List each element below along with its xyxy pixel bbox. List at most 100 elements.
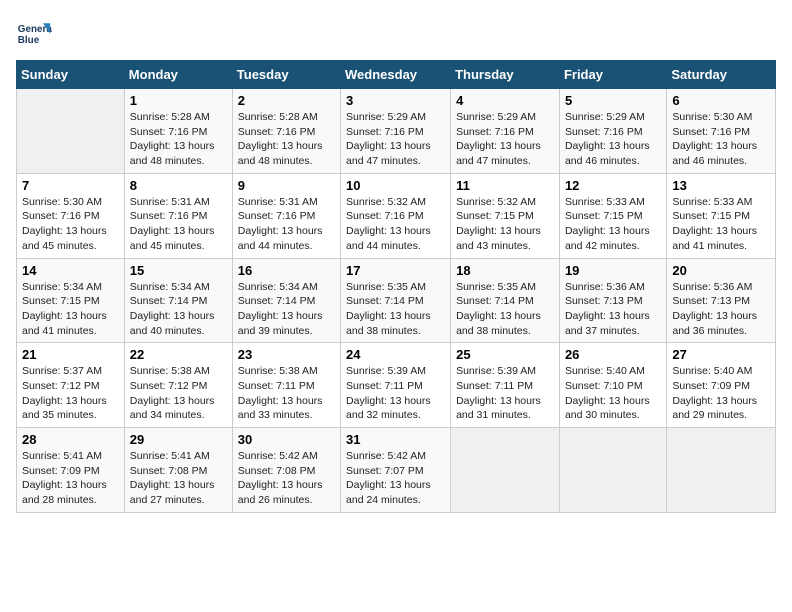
calendar-day-cell: 5Sunrise: 5:29 AM Sunset: 7:16 PM Daylig… [559,89,666,174]
day-info: Sunrise: 5:31 AM Sunset: 7:16 PM Dayligh… [130,195,227,254]
day-info: Sunrise: 5:34 AM Sunset: 7:14 PM Dayligh… [130,280,227,339]
day-info: Sunrise: 5:29 AM Sunset: 7:16 PM Dayligh… [456,110,554,169]
calendar-day-cell: 31Sunrise: 5:42 AM Sunset: 7:07 PM Dayli… [341,428,451,513]
day-info: Sunrise: 5:35 AM Sunset: 7:14 PM Dayligh… [456,280,554,339]
day-number: 8 [130,178,227,193]
calendar-day-cell: 16 Sunrise: 5:34 AM Sunset: 7:14 PM Dayli… [232,258,340,343]
day-number: 3 [346,93,445,108]
calendar-day-cell: 17 Sunrise: 5:35 AM Sunset: 7:14 PM Dayli… [341,258,451,343]
day-info: Sunrise: 5:28 AM Sunset: 7:16 PM Dayligh… [238,110,335,169]
calendar-day-cell [667,428,776,513]
calendar-day-cell: 26 Sunrise: 5:40 AM Sunset: 7:10 PM Dayli… [559,343,666,428]
day-info: Sunrise: 5:39 AM Sunset: 7:11 PM Dayligh… [456,364,554,423]
calendar-day-cell: 23 Sunrise: 5:38 AM Sunset: 7:11 PM Dayli… [232,343,340,428]
calendar-day-cell: 19 Sunrise: 5:36 AM Sunset: 7:13 PM Dayli… [559,258,666,343]
calendar-day-cell: 8 Sunrise: 5:31 AM Sunset: 7:16 PM Daylig… [124,173,232,258]
weekday-header-row: SundayMondayTuesdayWednesdayThursdayFrid… [17,61,776,89]
weekday-header-cell: Tuesday [232,61,340,89]
day-number: 24 [346,347,445,362]
day-info: Sunrise: 5:36 AM Sunset: 7:13 PM Dayligh… [672,280,770,339]
day-info: Sunrise: 5:40 AM Sunset: 7:09 PM Dayligh… [672,364,770,423]
day-info: Sunrise: 5:34 AM Sunset: 7:15 PM Dayligh… [22,280,119,339]
calendar-day-cell: 7Sunrise: 5:30 AM Sunset: 7:16 PM Daylig… [17,173,125,258]
calendar-week-row: 14 Sunrise: 5:34 AM Sunset: 7:15 PM Dayli… [17,258,776,343]
calendar-day-cell: 30 Sunrise: 5:42 AM Sunset: 7:08 PM Dayli… [232,428,340,513]
day-info: Sunrise: 5:34 AM Sunset: 7:14 PM Dayligh… [238,280,335,339]
calendar-week-row: 7Sunrise: 5:30 AM Sunset: 7:16 PM Daylig… [17,173,776,258]
logo: General Blue [16,16,52,52]
calendar-day-cell: 22Sunrise: 5:38 AM Sunset: 7:12 PM Dayli… [124,343,232,428]
day-info: Sunrise: 5:40 AM Sunset: 7:10 PM Dayligh… [565,364,661,423]
calendar-table: SundayMondayTuesdayWednesdayThursdayFrid… [16,60,776,513]
day-info: Sunrise: 5:32 AM Sunset: 7:16 PM Dayligh… [346,195,445,254]
day-number: 9 [238,178,335,193]
day-info: Sunrise: 5:29 AM Sunset: 7:16 PM Dayligh… [346,110,445,169]
calendar-day-cell: 25 Sunrise: 5:39 AM Sunset: 7:11 PM Dayli… [451,343,560,428]
day-number: 23 [238,347,335,362]
calendar-week-row: 1 Sunrise: 5:28 AM Sunset: 7:16 PM Daylig… [17,89,776,174]
day-number: 30 [238,432,335,447]
weekday-header-cell: Friday [559,61,666,89]
svg-text:Blue: Blue [18,35,40,46]
day-number: 26 [565,347,661,362]
weekday-header-cell: Thursday [451,61,560,89]
calendar-day-cell: 10 Sunrise: 5:32 AM Sunset: 7:16 PM Dayli… [341,173,451,258]
day-number: 4 [456,93,554,108]
day-number: 11 [456,178,554,193]
calendar-day-cell: 9 Sunrise: 5:31 AM Sunset: 7:16 PM Daylig… [232,173,340,258]
day-info: Sunrise: 5:38 AM Sunset: 7:11 PM Dayligh… [238,364,335,423]
day-info: Sunrise: 5:35 AM Sunset: 7:14 PM Dayligh… [346,280,445,339]
calendar-day-cell: 1Sunrise: 5:28 AM Sunset: 7:16 PM Daylig… [124,89,232,174]
calendar-day-cell: 14 Sunrise: 5:34 AM Sunset: 7:15 PM Dayli… [17,258,125,343]
day-number: 17 [346,263,445,278]
day-number: 10 [346,178,445,193]
day-number: 5 [565,93,661,108]
calendar-day-cell: 29Sunrise: 5:41 AM Sunset: 7:08 PM Dayli… [124,428,232,513]
day-info: Sunrise: 5:30 AM Sunset: 7:16 PM Dayligh… [672,110,770,169]
calendar-day-cell: 3 Sunrise: 5:29 AM Sunset: 7:16 PM Daylig… [341,89,451,174]
day-info: Sunrise: 5:36 AM Sunset: 7:13 PM Dayligh… [565,280,661,339]
weekday-header-cell: Wednesday [341,61,451,89]
day-info: Sunrise: 5:42 AM Sunset: 7:08 PM Dayligh… [238,449,335,508]
day-info: Sunrise: 5:41 AM Sunset: 7:09 PM Dayligh… [22,449,119,508]
day-number: 21 [22,347,119,362]
calendar-day-cell: 24Sunrise: 5:39 AM Sunset: 7:11 PM Dayli… [341,343,451,428]
logo-icon: General Blue [16,16,52,52]
day-number: 31 [346,432,445,447]
calendar-day-cell: 2 Sunrise: 5:28 AM Sunset: 7:16 PM Daylig… [232,89,340,174]
day-number: 14 [22,263,119,278]
day-info: Sunrise: 5:32 AM Sunset: 7:15 PM Dayligh… [456,195,554,254]
day-number: 13 [672,178,770,193]
calendar-day-cell: 12Sunrise: 5:33 AM Sunset: 7:15 PM Dayli… [559,173,666,258]
weekday-header-cell: Sunday [17,61,125,89]
calendar-day-cell: 4 Sunrise: 5:29 AM Sunset: 7:16 PM Daylig… [451,89,560,174]
calendar-day-cell: 15 Sunrise: 5:34 AM Sunset: 7:14 PM Dayli… [124,258,232,343]
calendar-body: 1 Sunrise: 5:28 AM Sunset: 7:16 PM Daylig… [17,89,776,513]
day-number: 6 [672,93,770,108]
calendar-day-cell: 11 Sunrise: 5:32 AM Sunset: 7:15 PM Dayli… [451,173,560,258]
calendar-day-cell: 20 Sunrise: 5:36 AM Sunset: 7:13 PM Dayli… [667,258,776,343]
day-info: Sunrise: 5:33 AM Sunset: 7:15 PM Dayligh… [672,195,770,254]
day-info: Sunrise: 5:31 AM Sunset: 7:16 PM Dayligh… [238,195,335,254]
day-number: 18 [456,263,554,278]
weekday-header-cell: Monday [124,61,232,89]
calendar-day-cell: 21Sunrise: 5:37 AM Sunset: 7:12 PM Dayli… [17,343,125,428]
day-number: 28 [22,432,119,447]
calendar-day-cell: 13 Sunrise: 5:33 AM Sunset: 7:15 PM Dayli… [667,173,776,258]
day-number: 20 [672,263,770,278]
day-info: Sunrise: 5:41 AM Sunset: 7:08 PM Dayligh… [130,449,227,508]
calendar-day-cell: 27Sunrise: 5:40 AM Sunset: 7:09 PM Dayli… [667,343,776,428]
calendar-day-cell [451,428,560,513]
day-number: 2 [238,93,335,108]
day-number: 16 [238,263,335,278]
day-number: 15 [130,263,227,278]
calendar-week-row: 28 Sunrise: 5:41 AM Sunset: 7:09 PM Dayli… [17,428,776,513]
calendar-day-cell: 6 Sunrise: 5:30 AM Sunset: 7:16 PM Daylig… [667,89,776,174]
day-number: 1 [130,93,227,108]
day-number: 25 [456,347,554,362]
day-number: 12 [565,178,661,193]
calendar-day-cell: 18 Sunrise: 5:35 AM Sunset: 7:14 PM Dayli… [451,258,560,343]
day-number: 19 [565,263,661,278]
calendar-day-cell [559,428,666,513]
calendar-day-cell: 28 Sunrise: 5:41 AM Sunset: 7:09 PM Dayli… [17,428,125,513]
